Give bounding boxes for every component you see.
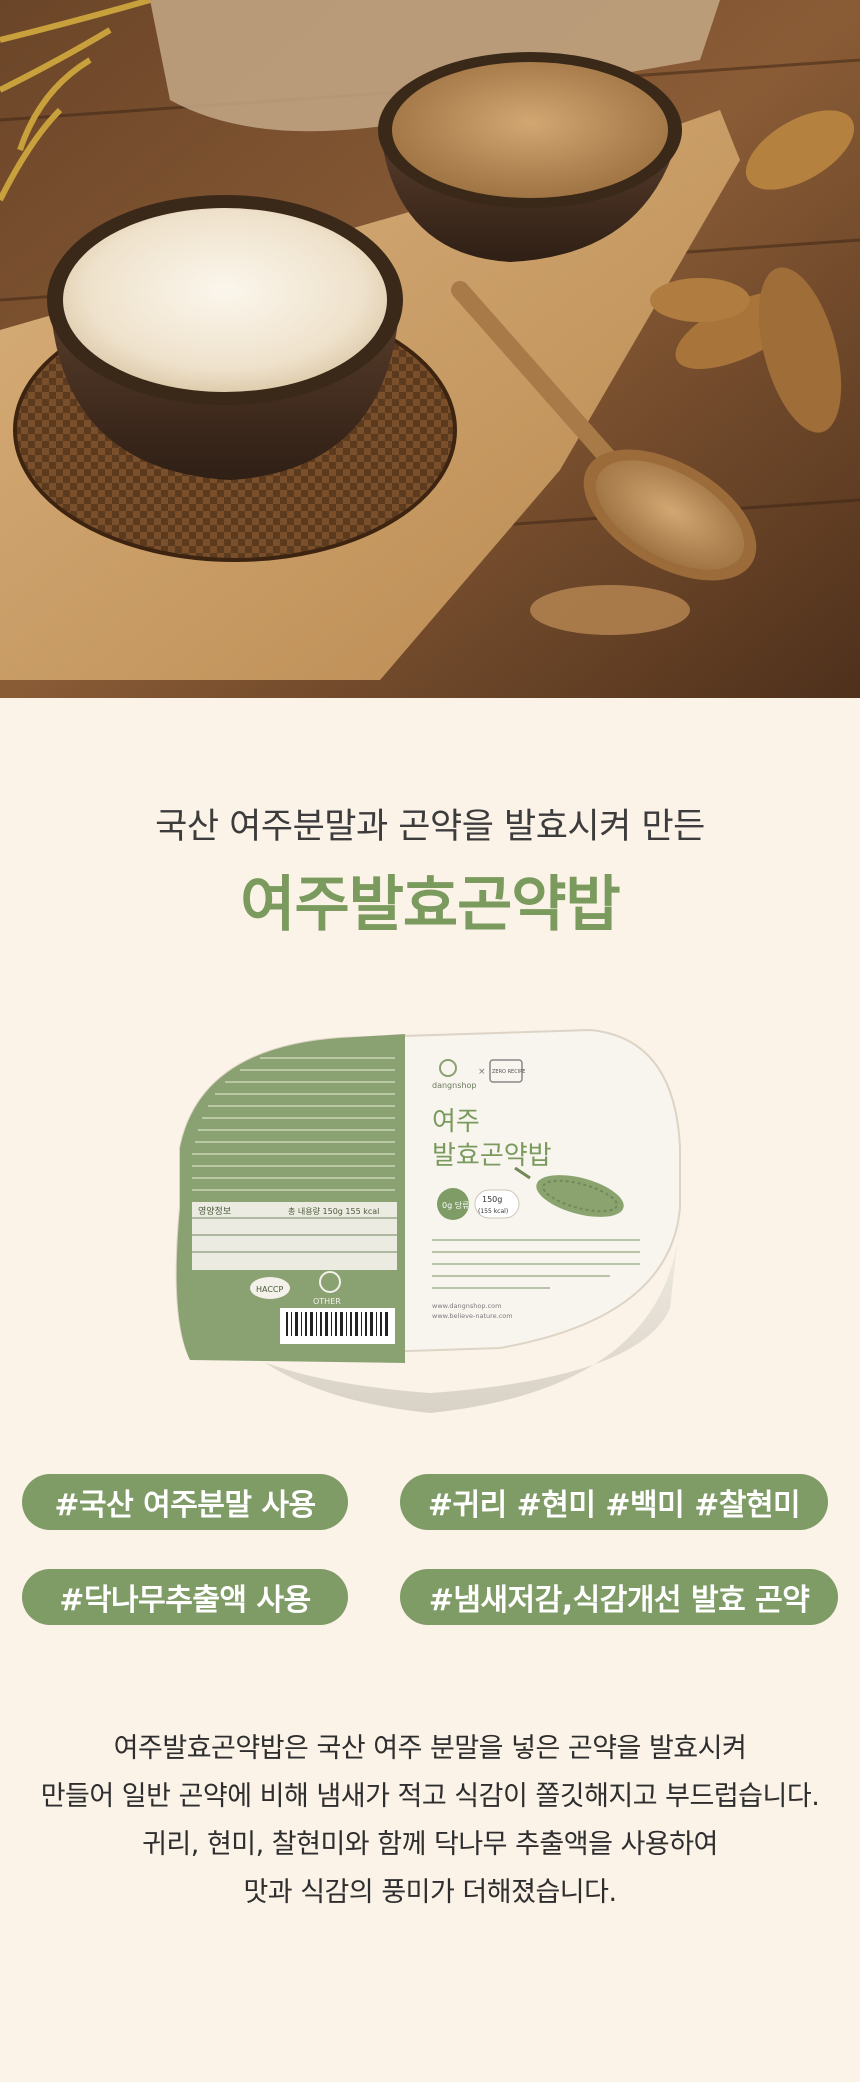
subtitle: 국산 여주분말과 곤약을 발효시켜 만든 [155, 807, 705, 847]
svg-text:150g: 150g [482, 1195, 502, 1204]
description-line: 귀리, 현미, 찰현미와 함께 닥나무 추출액을 사용하여 [142, 1829, 718, 1860]
package-url1: www.dangnshop.com [432, 1302, 501, 1310]
tag-fermented-konjac: #냄새저감,식감개선 발효 곤약 [400, 1569, 838, 1625]
product-description: 여주발효곤약밥은 국산 여주 분말을 넣은 곤약을 발효시켜 만들어 일반 곤약… [0, 1725, 860, 1917]
nutrition-title: 영양정보 [198, 1206, 231, 1217]
svg-text:(155 kcal): (155 kcal) [478, 1208, 508, 1215]
product-package-image: 영양정보 총 내용량 150g 155 kcal HACCP OTHER dan… [175, 1028, 681, 1413]
rice-bowls-photo [0, 0, 860, 698]
description-line: 맛과 식감의 풍미가 더해졌습니다. [243, 1877, 617, 1908]
svg-text:HACCP: HACCP [256, 1285, 284, 1294]
nutrition-total: 총 내용량 150g 155 kcal [288, 1206, 379, 1216]
svg-text:0g 당류: 0g 당류 [442, 1200, 469, 1210]
barcode-icon [280, 1308, 395, 1344]
product-title: 여주발효곤약밥 [240, 870, 620, 940]
svg-text:dangnshop: dangnshop [432, 1081, 476, 1090]
description-line: 여주발효곤약밥은 국산 여주 분말을 넣은 곤약을 발효시켜 [113, 1733, 747, 1764]
tag-grains: #귀리 #현미 #백미 #찰현미 [400, 1474, 828, 1530]
svg-text:OTHER: OTHER [313, 1297, 341, 1306]
description-line: 만들어 일반 곤약에 비해 냄새가 적고 식감이 쫄깃해지고 부드럽습니다. [40, 1781, 820, 1812]
svg-text:×: × [478, 1067, 486, 1077]
tag-domestic-powder: #국산 여주분말 사용 [22, 1474, 348, 1530]
weight-badge: 150g (155 kcal) [474, 1189, 520, 1219]
package-url2: www.believe-nature.com [432, 1312, 513, 1320]
product-section: 국산 여주분말과 곤약을 발효시켜 만든 여주발효곤약밥 영양정보 총 내용량 … [0, 698, 860, 2082]
tag-paper-mulberry: #닥나무추출액 사용 [22, 1569, 348, 1625]
package-name-line1: 여주 [432, 1107, 480, 1137]
haccp-icon: HACCP [250, 1277, 290, 1299]
svg-text:ZERO RECIPE: ZERO RECIPE [492, 1069, 525, 1075]
hero-photo [0, 0, 860, 698]
package-name-line2: 발효곤약밥 [432, 1141, 552, 1171]
